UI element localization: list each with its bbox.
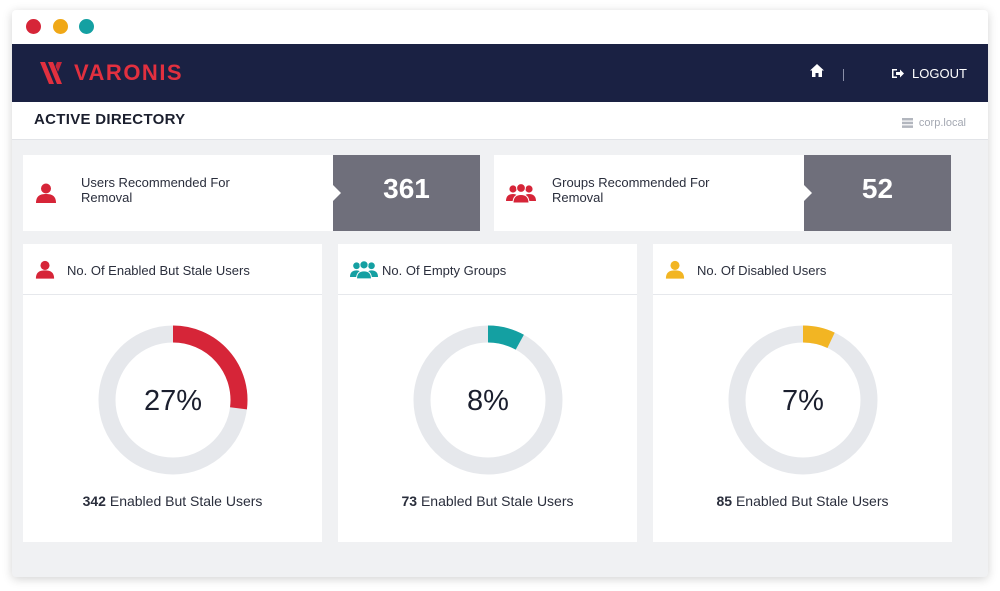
varonis-logo-mark-icon xyxy=(40,62,62,84)
groups-removal-label: Groups Recommended For Removal xyxy=(552,175,710,205)
window-titlebar xyxy=(12,10,988,44)
logout-icon xyxy=(892,69,904,78)
logout-button[interactable]: LOGOUT xyxy=(892,66,967,81)
groups-removal-card[interactable]: Groups Recommended For Removal 52 xyxy=(494,155,951,231)
stat-card-title: No. Of Enabled But Stale Users xyxy=(67,263,250,278)
stat-card-header: No. Of Enabled But Stale Users xyxy=(23,244,322,295)
user-icon xyxy=(35,260,55,279)
stat-count: 73 xyxy=(401,493,418,509)
page-header: ACTIVE DIRECTORY corp.local xyxy=(12,102,988,140)
home-button[interactable] xyxy=(810,64,826,80)
users-removal-count: 361 xyxy=(383,173,430,204)
stat-card-footer: 342 Enabled But Stale Users xyxy=(23,493,322,509)
donut-value-arc xyxy=(487,325,524,350)
top-navbar: VARONIS LOGOUT xyxy=(12,44,988,102)
stat-count: 342 xyxy=(82,493,106,509)
stat-card-footer: 85 Enabled But Stale Users xyxy=(653,493,952,509)
stat-count-label: Enabled But Stale Users xyxy=(420,493,574,509)
donut-chart: 8% xyxy=(413,325,563,475)
stat-card-header: No. Of Disabled Users xyxy=(653,244,952,295)
user-icon xyxy=(665,260,685,279)
groups-removal-value-box: 52 xyxy=(804,155,951,231)
group-icon xyxy=(350,260,378,279)
stale-users-card[interactable]: No. Of Enabled But Stale Users 27% 342 E… xyxy=(23,244,322,542)
users-removal-card[interactable]: Users Recommended For Removal 361 xyxy=(23,155,480,231)
donut-value-arc xyxy=(802,325,835,349)
logo-text: VARONIS xyxy=(74,60,184,85)
disabled-users-card[interactable]: No. Of Disabled Users 7% 85 Enabled But … xyxy=(653,244,952,542)
varonis-logo[interactable]: VARONIS xyxy=(40,60,184,85)
stat-card-footer: 73 Enabled But Stale Users xyxy=(338,493,637,509)
donut-chart: 27% xyxy=(98,325,248,475)
stat-count-label: Enabled But Stale Users xyxy=(735,493,889,509)
page-title: ACTIVE DIRECTORY xyxy=(34,111,186,128)
stat-card-title: No. Of Disabled Users xyxy=(697,263,827,278)
stat-card-header: No. Of Empty Groups xyxy=(338,244,637,295)
domain-label: corp.local xyxy=(918,117,966,129)
stat-count: 85 xyxy=(716,493,733,509)
nav-divider xyxy=(843,69,844,81)
donut-percent-label: 8% xyxy=(467,385,509,417)
window-maximize-button[interactable] xyxy=(79,19,94,34)
home-icon xyxy=(810,64,824,77)
donut-percent-label: 7% xyxy=(782,385,824,417)
stat-card-title: No. Of Empty Groups xyxy=(382,263,507,278)
empty-groups-card[interactable]: No. Of Empty Groups 8% 73 Enabled But St… xyxy=(338,244,637,542)
logout-label: LOGOUT xyxy=(912,66,967,81)
donut-chart: 7% xyxy=(728,325,878,475)
window-minimize-button[interactable] xyxy=(53,19,68,34)
group-icon xyxy=(506,183,536,203)
users-removal-label: Users Recommended For Removal xyxy=(81,175,230,205)
domain-selector[interactable]: corp.local xyxy=(901,117,966,129)
groups-removal-count: 52 xyxy=(861,173,894,204)
window-close-button[interactable] xyxy=(26,19,41,34)
server-icon xyxy=(901,118,913,128)
users-removal-value-box: 361 xyxy=(333,155,480,231)
donut-percent-label: 27% xyxy=(144,385,202,417)
user-icon xyxy=(36,183,56,203)
stat-count-label: Enabled But Stale Users xyxy=(109,493,263,509)
